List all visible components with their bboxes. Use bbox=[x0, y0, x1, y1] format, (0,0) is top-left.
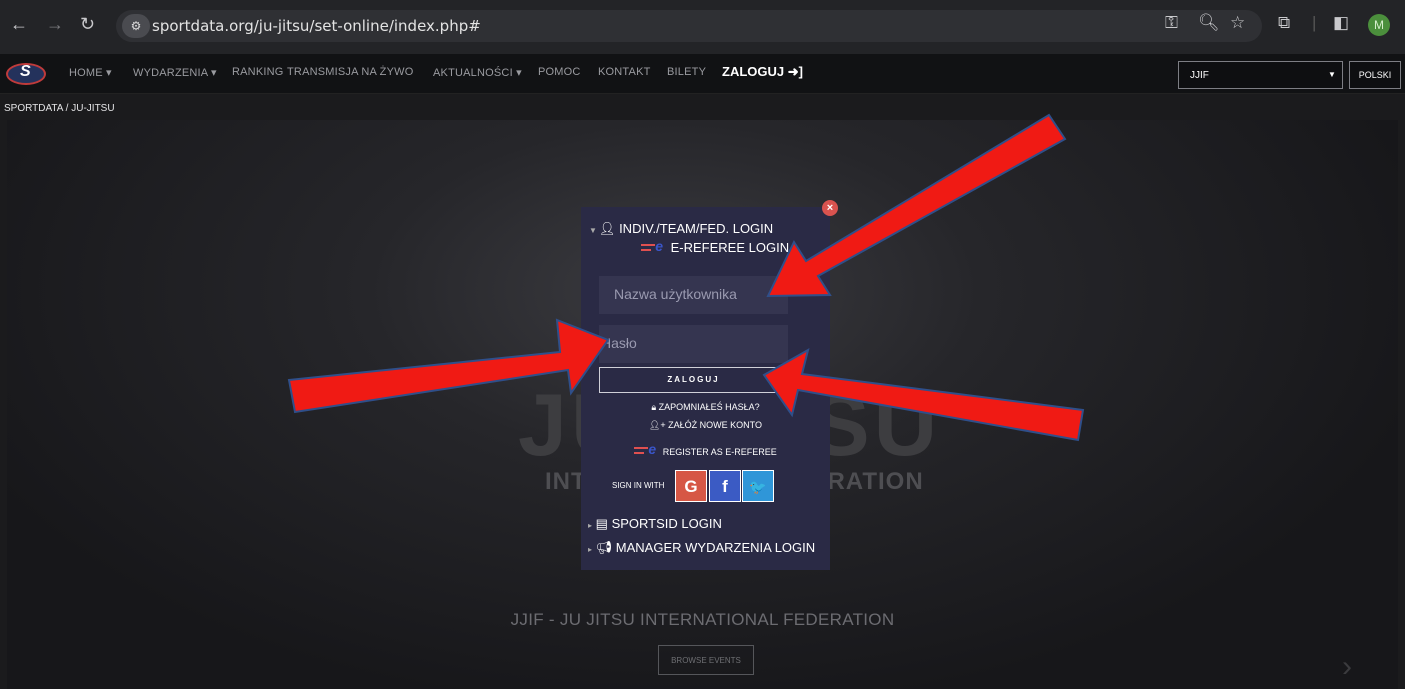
arrow-to-username bbox=[766, 113, 1067, 298]
arrow-to-password bbox=[287, 318, 610, 414]
annotation-arrows bbox=[287, 113, 1085, 442]
arrow-to-login-button bbox=[762, 347, 1085, 442]
